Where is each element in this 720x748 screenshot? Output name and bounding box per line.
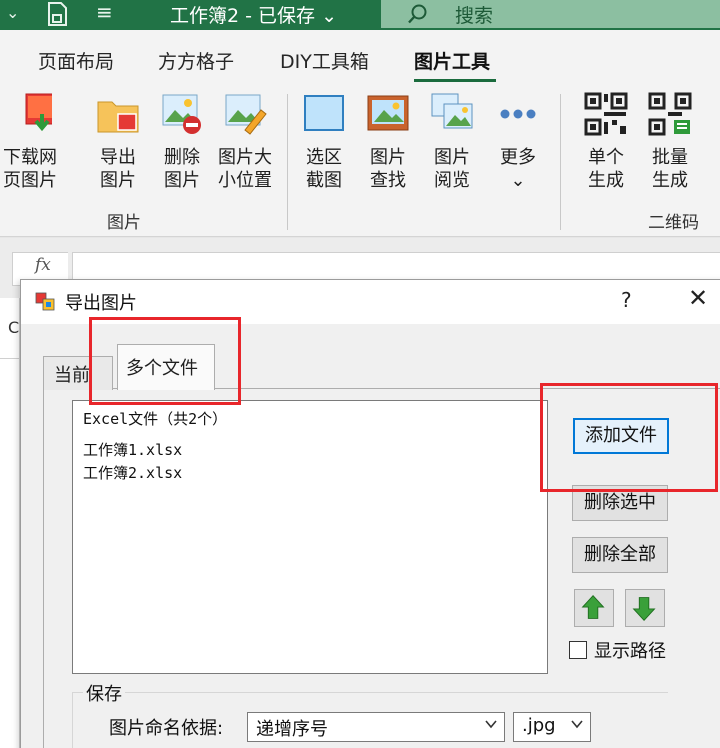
move-up-button[interactable]	[574, 589, 614, 627]
export-folder-icon	[97, 101, 139, 133]
download-web-images-button[interactable]: 下载网 页图片	[0, 92, 70, 192]
title-dropdown-icon[interactable]: ⌄	[321, 5, 337, 27]
fx-icon: fx	[35, 255, 51, 275]
naming-basis-label: 图片命名依据:	[109, 718, 224, 739]
screenshot-selection-button[interactable]: 选区 截图	[298, 92, 350, 192]
save-icon[interactable]	[46, 1, 68, 27]
list-item[interactable]: 工作簿2.xlsx	[83, 462, 537, 485]
search-placeholder: 搜索	[455, 5, 494, 27]
show-path-checkbox[interactable]	[569, 641, 587, 659]
naming-basis-select[interactable]: 递增序号	[247, 712, 505, 742]
delete-image-icon	[162, 94, 201, 134]
customize-chevron-icon[interactable]: ⌄	[6, 3, 19, 22]
find-images-button[interactable]: 图片 查找	[362, 92, 414, 192]
remove-all-button[interactable]: 删除全部	[572, 537, 668, 573]
dialog-app-icon	[35, 292, 55, 311]
export-images-button[interactable]: 导出 图片	[92, 92, 144, 192]
search-box[interactable]: 搜索	[381, 0, 720, 28]
image-size-position-button[interactable]: 图片大 小位置	[214, 92, 276, 192]
ribbon: 页面布局 方方格子 DIY工具箱 图片工具 下载网 页图片 导出 图片 删除 图片	[0, 30, 720, 237]
download-image-icon	[25, 93, 55, 132]
chevron-down-icon	[485, 720, 497, 729]
batch-qrcode-icon	[648, 92, 692, 136]
highlight-add-files-button	[540, 383, 718, 492]
delete-images-button[interactable]: 删除 图片	[156, 92, 208, 192]
tab-page-layout[interactable]: 页面布局	[38, 47, 114, 74]
close-icon[interactable]: ✕	[685, 284, 711, 314]
more-dropdown-icon: ⌄	[510, 170, 526, 191]
find-image-icon	[367, 95, 409, 131]
save-group-legend: 保存	[83, 680, 125, 706]
arrow-down-icon	[632, 597, 656, 622]
worksheet-edge: C	[0, 298, 20, 748]
window-title: 工作簿2 - 已保存 ⌄	[170, 5, 337, 27]
column-header-c: C	[8, 318, 20, 337]
more-button[interactable]: 更多 ⌄	[492, 92, 544, 192]
edit-image-icon	[225, 94, 267, 135]
screenshot-icon	[304, 95, 344, 131]
gallery-icon	[431, 93, 473, 129]
show-path-label: 显示路径	[594, 641, 666, 662]
browse-images-button[interactable]: 图片 阅览	[426, 92, 478, 192]
move-down-button[interactable]	[625, 589, 665, 627]
single-qrcode-button[interactable]: 单个 生成	[580, 92, 632, 192]
search-icon	[408, 4, 427, 24]
list-item[interactable]: 工作簿1.xlsx	[83, 439, 537, 462]
dialog-title: 导出图片	[65, 293, 137, 314]
tab-picture-tools[interactable]: 图片工具	[414, 47, 490, 74]
file-list[interactable]: Excel文件（共2个） 工作簿1.xlsx 工作簿2.xlsx	[72, 400, 548, 674]
file-list-header: Excel文件（共2个）	[83, 410, 228, 428]
arrow-up-icon	[581, 594, 605, 619]
file-extension-select[interactable]: .jpg	[513, 712, 591, 742]
tab-diy-toolbox[interactable]: DIY工具箱	[280, 47, 369, 74]
active-tab-indicator	[414, 79, 496, 82]
title-bar: ⌄ ≡ 工作簿2 - 已保存 ⌄ 搜索	[0, 0, 720, 30]
qrcode-icon	[584, 92, 628, 136]
batch-qrcode-button[interactable]: 批量 生成	[644, 92, 696, 192]
help-button[interactable]: ?	[621, 288, 632, 312]
group-label-picture: 图片	[107, 213, 141, 233]
more-dots-icon	[500, 109, 536, 119]
tab-ffcell[interactable]: 方方格子	[158, 47, 234, 74]
chevron-down-icon	[571, 720, 583, 729]
highlight-multiple-files-tab	[89, 317, 241, 405]
group-label-qrcode: 二维码	[648, 213, 699, 233]
quick-access-menu-icon[interactable]: ≡	[96, 0, 113, 24]
